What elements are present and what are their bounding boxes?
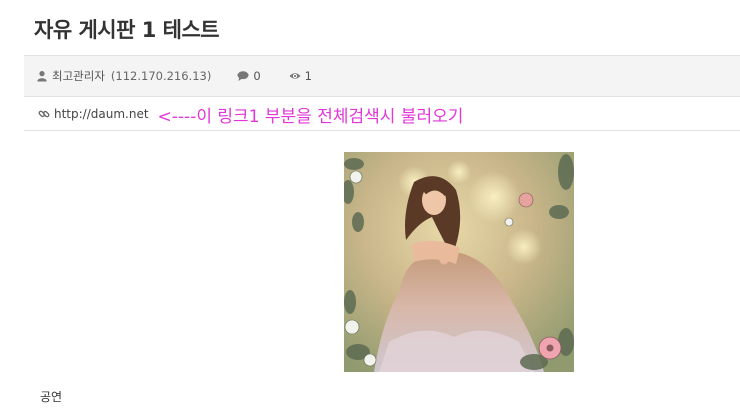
user-icon — [37, 71, 47, 82]
eye-icon — [289, 73, 301, 79]
comment-icon — [237, 71, 249, 81]
comment-count: 0 — [237, 69, 261, 83]
annotation-note: <----이 링크1 부분을 전체검색시 불러오기 — [157, 106, 464, 127]
post-meta-bar: 최고관리자 (112.170.216.13) 0 1 — [24, 55, 740, 97]
post-title: 자유 게시판 1 테스트 — [34, 18, 220, 42]
post-body-text: 공연 — [40, 390, 63, 404]
post-link[interactable]: http://daum.net — [38, 107, 149, 121]
view-count-value: 1 — [304, 69, 312, 83]
post-link-url: http://daum.net — [54, 107, 149, 121]
post-link-row: http://daum.net <----이 링크1 부분을 전체검색시 불러오… — [24, 98, 740, 131]
author-name: 최고관리자 — [52, 69, 105, 83]
comment-count-value: 0 — [253, 69, 261, 83]
view-count: 1 — [289, 69, 312, 83]
author-ip: (112.170.216.13) — [110, 69, 212, 83]
link-icon — [38, 110, 50, 118]
post-photo — [344, 152, 574, 372]
post-author[interactable]: 최고관리자 (112.170.216.13) — [36, 68, 211, 84]
